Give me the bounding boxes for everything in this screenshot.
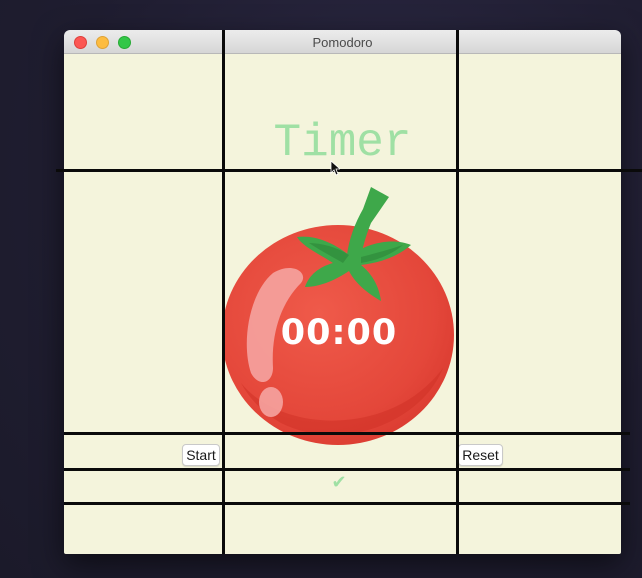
- timer-heading: Timer: [273, 117, 412, 169]
- check-icon: ✔: [331, 472, 347, 493]
- grid-line-vertical-right: [456, 30, 459, 554]
- grid-line-horizontal-top: [56, 169, 642, 172]
- grid-line-horizontal-lower-row: [64, 502, 630, 505]
- app-canvas: Timer 00:00 Start Reset ✔: [64, 54, 621, 554]
- app-window: Pomodoro Timer 00:00 Start Reset ✔: [64, 30, 621, 554]
- start-button[interactable]: Start: [182, 444, 220, 466]
- grid-line-horizontal-upper-row: [64, 432, 630, 435]
- countdown-display: 00:00: [280, 313, 398, 353]
- title-bar[interactable]: Pomodoro: [64, 30, 621, 54]
- grid-line-horizontal-mid-row: [64, 468, 630, 471]
- window-title: Pomodoro: [312, 35, 373, 50]
- grid-line-vertical-left: [222, 30, 225, 554]
- reset-button[interactable]: Reset: [458, 444, 503, 466]
- mouse-pointer-icon: [330, 160, 340, 176]
